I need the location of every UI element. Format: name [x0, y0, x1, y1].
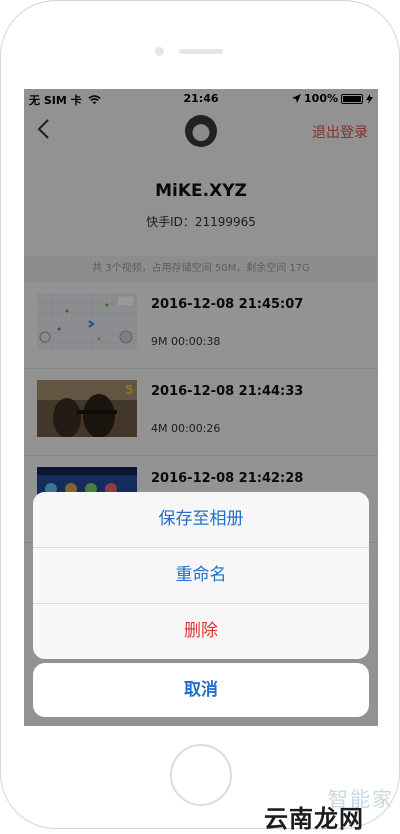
- mute-switch: [0, 141, 1, 167]
- volume-up-button: [0, 191, 1, 237]
- volume-down-button: [0, 247, 1, 293]
- front-camera: [155, 47, 164, 56]
- delete-button[interactable]: 删除: [33, 604, 369, 659]
- action-sheet: 保存至相册 重命名 删除: [33, 492, 369, 659]
- cancel-button[interactable]: 取消: [33, 663, 369, 717]
- rename-button[interactable]: 重命名: [33, 548, 369, 604]
- home-button[interactable]: [170, 744, 232, 806]
- watermark: 智能家 云南龙网: [254, 783, 400, 833]
- screen: 无 SIM 卡 21:46 100% 退出登录 MiKE.XYZ 快手ID：21…: [24, 89, 378, 726]
- phone-frame: 无 SIM 卡 21:46 100% 退出登录 MiKE.XYZ 快手ID：21…: [0, 0, 400, 829]
- earpiece-speaker: [179, 49, 223, 54]
- save-to-album-button[interactable]: 保存至相册: [33, 492, 369, 548]
